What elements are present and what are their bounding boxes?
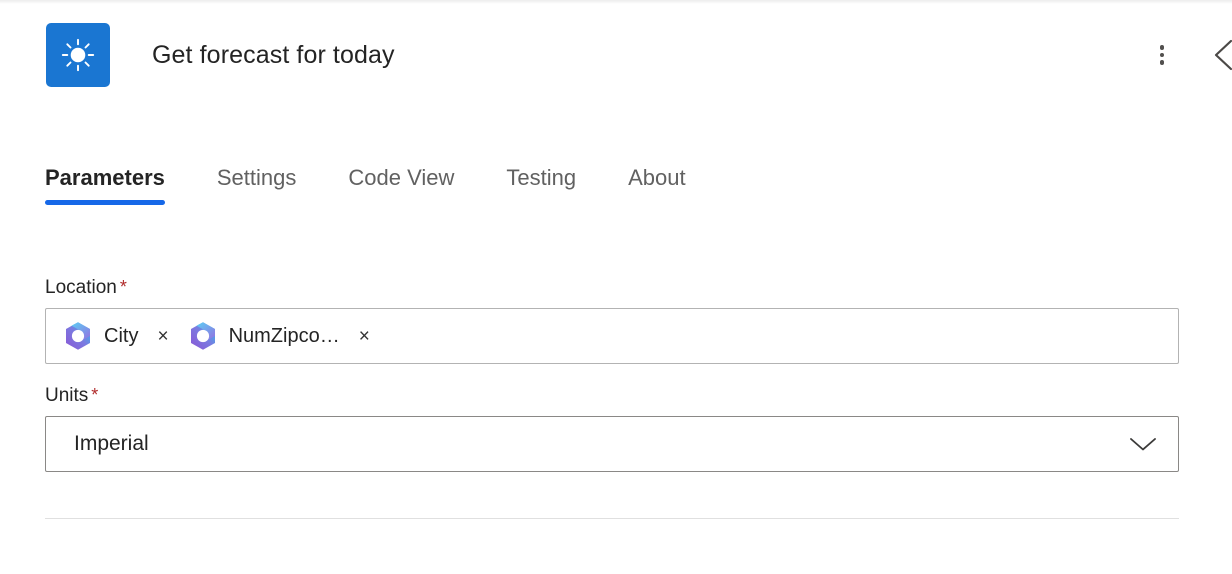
copilot-icon: [190, 322, 215, 350]
tab-label: Parameters: [45, 165, 165, 190]
header-actions: [1140, 23, 1232, 87]
required-indicator: *: [91, 385, 99, 405]
tab-settings[interactable]: Settings: [217, 165, 297, 211]
token-city[interactable]: City ×: [62, 320, 175, 352]
units-select[interactable]: Imperial: [45, 416, 1179, 472]
chevron-down-icon: [1130, 438, 1156, 451]
tab-bar: Parameters Settings Code View Testing Ab…: [45, 165, 714, 211]
remove-token-button[interactable]: ×: [151, 327, 174, 346]
location-label-text: Location: [45, 277, 117, 298]
units-label-text: Units: [45, 385, 89, 406]
kebab-menu-icon: [1159, 42, 1165, 68]
tab-label: Code View: [348, 165, 455, 190]
chevron-left-icon: [1214, 39, 1232, 71]
token-label: City: [104, 324, 139, 347]
app-icon-tile: [46, 23, 110, 87]
units-selected-value: Imperial: [74, 432, 149, 455]
more-options-button[interactable]: [1140, 33, 1184, 77]
page-header: Get forecast for today: [46, 23, 1232, 87]
parameters-form: Location * City × NumZipco… × Units * Im…: [45, 278, 1179, 472]
tab-label: Settings: [216, 165, 297, 190]
section-divider: [45, 518, 1179, 519]
window-top-edge: [0, 0, 1232, 4]
tab-label: About: [628, 165, 686, 190]
remove-token-button[interactable]: ×: [353, 327, 376, 346]
tab-label: Testing: [506, 165, 577, 190]
sun-icon: [61, 38, 95, 72]
tab-parameters[interactable]: Parameters: [45, 165, 165, 211]
token-label: NumZipco…: [228, 324, 340, 347]
tab-about[interactable]: About: [628, 165, 686, 211]
tab-testing[interactable]: Testing: [506, 165, 576, 211]
location-input[interactable]: City × NumZipco… ×: [45, 308, 1179, 364]
collapse-panel-button[interactable]: [1202, 33, 1232, 77]
page-title: Get forecast for today: [152, 40, 395, 69]
active-tab-indicator: [45, 200, 165, 205]
required-indicator: *: [119, 277, 127, 297]
copilot-icon: [66, 322, 90, 350]
location-label: Location *: [45, 278, 1179, 297]
units-label: Units *: [45, 386, 1179, 405]
token-numzipcode[interactable]: NumZipco… ×: [187, 320, 376, 352]
tab-code-view[interactable]: Code View: [348, 165, 454, 211]
